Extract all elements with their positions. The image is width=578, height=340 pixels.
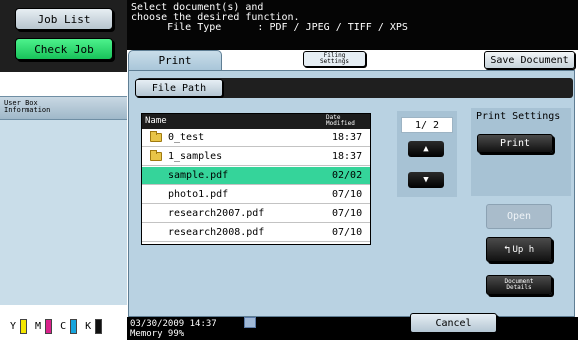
filing-settings-label-2: Settings xyxy=(320,58,349,65)
network-icon xyxy=(244,317,256,328)
file-name: photo1.pdf xyxy=(168,189,229,200)
arrow-down-icon: ▼ xyxy=(423,175,429,185)
arrow-up-icon: ▲ xyxy=(423,144,429,154)
list-item[interactable]: 0_test 18:37 xyxy=(142,129,370,147)
toner-y-level xyxy=(20,319,28,334)
user-box-information-tab[interactable]: User Box Information xyxy=(0,96,127,120)
toner-c-label: C xyxy=(60,321,67,332)
file-date: 18:37 xyxy=(332,132,363,143)
user-box-information-panel xyxy=(0,120,127,305)
file-date: 18:37 xyxy=(332,151,363,162)
save-document-button[interactable]: Save Document xyxy=(484,51,575,69)
tab-filing-settings[interactable]: Filing Settings xyxy=(303,51,366,67)
file-name: research2007.pdf xyxy=(168,208,265,219)
status-datetime: 03/30/2009 14:37 xyxy=(130,319,217,329)
toner-c-level xyxy=(70,319,78,334)
page-up-button[interactable]: ▲ xyxy=(408,141,444,157)
user-box-info-label-2: Information xyxy=(4,106,51,114)
column-date-header[interactable]: Date Modified xyxy=(326,115,355,127)
folder-icon xyxy=(150,131,162,142)
page-indicator: 1/ 2 xyxy=(401,117,453,133)
tab-print[interactable]: Print xyxy=(128,50,222,70)
print-settings-label: Print Settings xyxy=(476,111,561,122)
left-sidebar: Job List Check Job User Box Information … xyxy=(0,0,127,340)
file-list: Name Date Modified 0_test 18:37 1_sample… xyxy=(141,113,371,245)
file-name: research2008.pdf xyxy=(168,227,265,238)
list-item[interactable]: 1_samples 18:37 xyxy=(142,148,370,166)
job-list-button[interactable]: Job List xyxy=(15,8,113,30)
list-item[interactable]: research2008.pdf 07/10 xyxy=(142,224,370,242)
column-name-header[interactable]: Name xyxy=(145,116,167,126)
status-bar: 03/30/2009 14:37 Memory 99% xyxy=(127,317,578,340)
list-item[interactable]: photo1.pdf 07/10 xyxy=(142,186,370,204)
up-arrow-icon: ↰ xyxy=(503,243,511,256)
up-to-button[interactable]: ↰ Up h xyxy=(486,237,552,262)
toner-k-label: K xyxy=(85,321,92,332)
up-to-label: Up h xyxy=(512,244,535,255)
toner-m-label: M xyxy=(35,321,42,332)
print-button[interactable]: Print xyxy=(477,134,553,153)
toner-indicator: Y M C K xyxy=(0,313,127,340)
cancel-button[interactable]: Cancel xyxy=(410,313,497,333)
file-path-button[interactable]: File Path xyxy=(135,79,223,97)
list-item[interactable]: research2007.pdf 07/10 xyxy=(142,205,370,223)
file-date: 07/10 xyxy=(332,189,363,200)
page-down-button[interactable]: ▼ xyxy=(408,172,444,188)
file-name: 0_test xyxy=(168,132,205,143)
toner-k-level xyxy=(95,319,103,334)
document-details-button[interactable]: Document Details xyxy=(486,275,552,295)
file-date: 07/10 xyxy=(332,208,363,219)
list-item-selected[interactable]: sample.pdf 02/02 xyxy=(142,167,370,185)
open-button[interactable]: Open xyxy=(486,204,552,229)
file-list-header: Name Date Modified xyxy=(142,114,370,129)
file-name: 1_samples xyxy=(168,151,223,162)
file-name: sample.pdf xyxy=(168,170,229,181)
message-bar: Select document(s) and choose the desire… xyxy=(127,0,578,50)
message-line-3: File Type : PDF / JPEG / TIFF / XPS xyxy=(131,22,408,33)
folder-icon xyxy=(150,150,162,161)
status-memory: Memory 99% xyxy=(130,329,185,339)
date-header-line-2: Modified xyxy=(326,120,355,127)
check-job-button[interactable]: Check Job xyxy=(15,38,113,60)
toner-m-level xyxy=(45,319,53,334)
doc-details-label-2: Details xyxy=(506,284,532,291)
toner-y-label: Y xyxy=(10,321,17,332)
file-date: 07/10 xyxy=(332,227,363,238)
file-date: 02/02 xyxy=(332,170,363,181)
